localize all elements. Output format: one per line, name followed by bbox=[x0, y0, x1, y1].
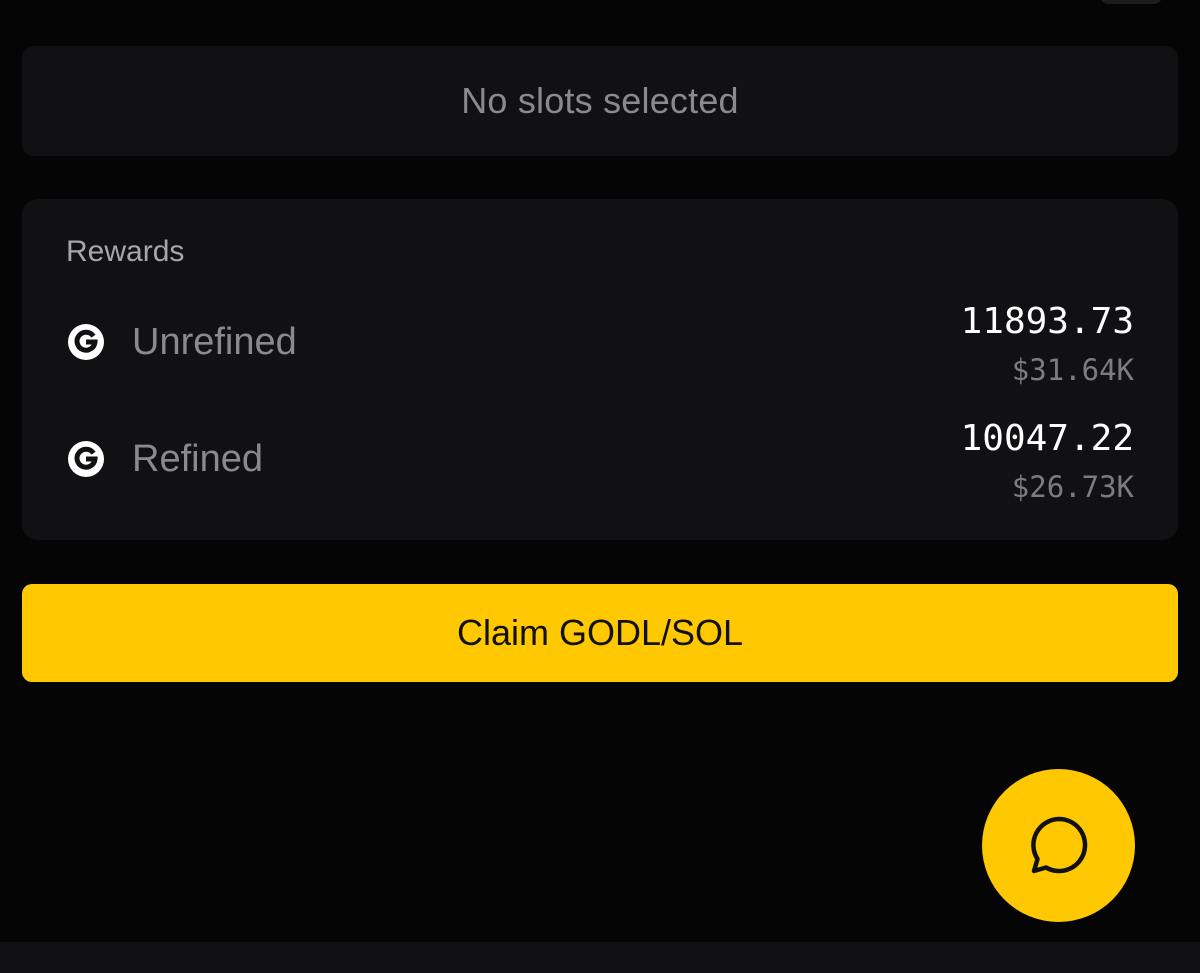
reward-usd-value: $26.73K bbox=[1011, 470, 1134, 504]
claim-button[interactable]: Claim GODL/SOL bbox=[22, 584, 1178, 682]
chat-bubble-icon bbox=[1030, 816, 1087, 873]
godl-token-icon bbox=[68, 324, 104, 360]
slots-status-panel: No slots selected bbox=[22, 46, 1178, 156]
reward-row-refined: Refined 10047.22 $26.73K bbox=[22, 416, 1178, 506]
bottom-bar bbox=[0, 942, 1200, 973]
reward-usd-value: $31.64K bbox=[1011, 353, 1134, 387]
godl-token-icon bbox=[68, 441, 104, 477]
top-tab-handle bbox=[1100, 0, 1162, 4]
reward-amount: 10047.22 bbox=[960, 418, 1134, 459]
reward-label: Unrefined bbox=[132, 321, 297, 363]
claim-button-label: Claim GODL/SOL bbox=[456, 612, 744, 653]
reward-row-unrefined: Unrefined 11893.73 $31.64K bbox=[22, 299, 1178, 389]
chat-button[interactable] bbox=[982, 769, 1135, 922]
reward-label: Refined bbox=[132, 438, 263, 480]
rewards-title: Rewards bbox=[66, 235, 185, 268]
no-slots-message: No slots selected bbox=[461, 80, 739, 121]
rewards-panel: Rewards Unrefined 11893.73 $31.64K Refin… bbox=[22, 199, 1178, 540]
reward-amount: 11893.73 bbox=[960, 301, 1134, 342]
